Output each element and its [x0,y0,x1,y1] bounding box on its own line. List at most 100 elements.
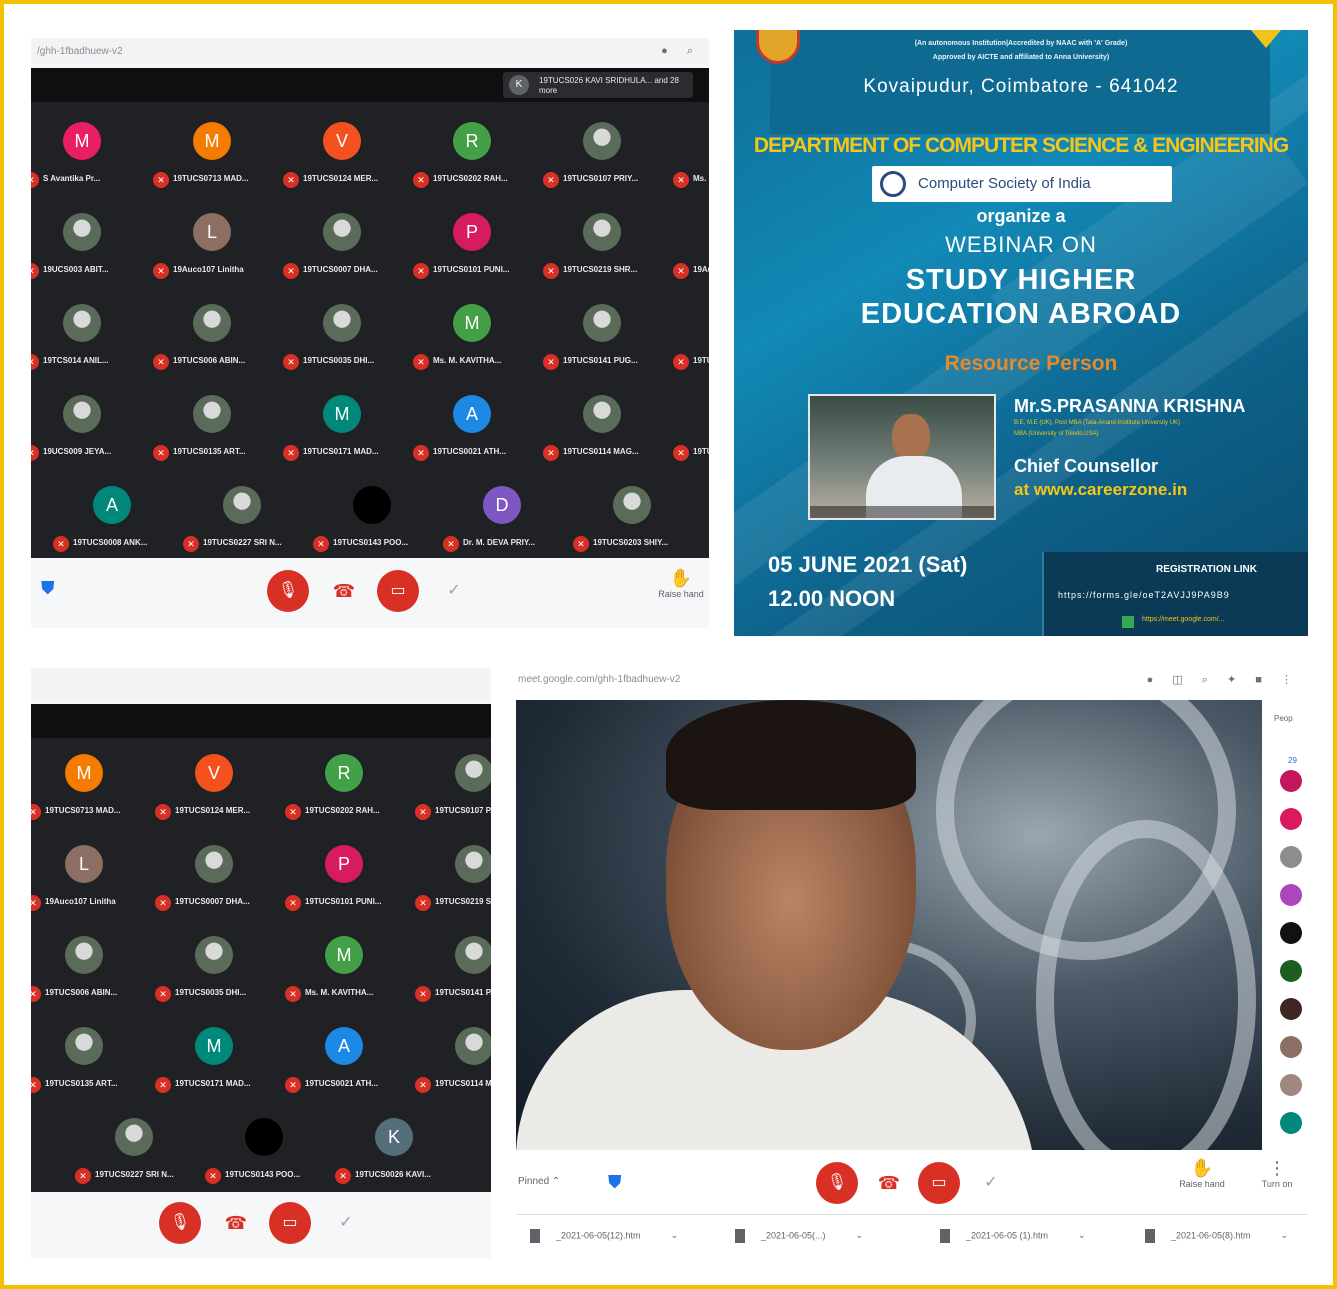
participant-tile[interactable]: Ne✕Ms. S. Pri... [665,112,709,202]
participant-tile[interactable]: M ✕ Ms. M. KAVITHA... [277,926,407,1016]
participant-tile[interactable]: ✕ 19TUCS0141 P... [407,926,491,1016]
participant-avatar[interactable] [1280,998,1302,1020]
hang-up-button[interactable]: ☎ [868,1162,910,1204]
mic-off-button[interactable]: 🎙 [816,1162,858,1204]
participant-tile[interactable]: D ✕ Dr. M. DEVA PRIY... [435,476,565,558]
participant-avatar[interactable] [1280,808,1302,830]
participant-tile[interactable]: M ✕ 19TUCS0713 MAD... [31,744,147,834]
participant-avatar[interactable] [1280,960,1302,982]
participant-name: 19UCS009 JEYA... [43,447,112,456]
check-icon[interactable]: ✓ [325,1202,367,1244]
participant-tile[interactable]: P ✕ 19TUCS0101 PUNI... [277,835,407,925]
participant-tile[interactable]: ✕ 19Auco03... [665,203,709,293]
more-participants-chip[interactable]: K 19TUCS026 KAVI SRIDHULA... and 28 more [503,72,693,98]
address-bar[interactable]: meet.google.com/ghh-1fbadhuew-v2 ● ◫ ⌕ ✦… [512,666,1308,696]
address-bar[interactable]: /ghh-1fbadhuew-v2 ● ⌕ [31,38,709,64]
chevron-down-icon[interactable]: ⌄ [671,1230,679,1240]
participant-tile[interactable]: ✕ 19UCS009 JEYA... [31,385,145,475]
participant-tile[interactable]: K✕19TUCS... [665,294,709,384]
participant-avatar[interactable] [1280,1036,1302,1058]
mic-off-button[interactable]: 🎙 [267,570,309,612]
download-item[interactable]: _2021-06-05 (1).htm ⌄ [940,1229,1086,1249]
download-item[interactable]: _2021-06-05(...) ⌄ [735,1229,863,1249]
address-bar[interactable] [31,668,491,700]
camera-off-button[interactable]: ▭ [377,570,419,612]
participant-tile[interactable]: R ✕ 19TUCS0202 RAH... [405,112,535,202]
pinned-label: Pinned [518,1176,550,1187]
participant-tile[interactable]: A ✕ 19TUCS0008 ANK... [45,476,175,558]
chevron-down-icon[interactable]: ⌄ [1078,1230,1086,1240]
participant-tile[interactable]: M ✕ 19TUCS0171 MAD... [275,385,405,475]
participant-tile[interactable]: ✕ 19TUCS0007 DHA... [275,203,405,293]
participant-tile[interactable]: ✕ 19TUCS0114 M... [407,1017,491,1107]
participant-tile[interactable]: ✕ 19TUCS0143 POO... [197,1108,327,1192]
mic-off-button[interactable]: 🎙 [159,1202,201,1244]
participant-tile[interactable]: A ✕ 19TUCS0021 ATH... [277,1017,407,1107]
participant-tile[interactable]: ✕ 19TUCS0141 PUG... [535,294,665,384]
participant-tile[interactable]: ✕ 19TUCS0219 SHR... [535,203,665,293]
mic-muted-icon: ✕ [285,804,301,820]
download-item[interactable]: _2021-06-05(12).htm ⌄ [530,1229,678,1249]
participant-tile[interactable]: V ✕ 19TUCS0124 MER... [275,112,405,202]
participant-tile[interactable]: R ✕ 19TUCS0202 RAH... [277,744,407,834]
hang-up-button[interactable]: ☎ [215,1202,257,1244]
participant-avatar[interactable] [1280,1112,1302,1134]
browser-tools-icon[interactable]: ● ◫ ⌕ ✦ ■ ⋮ [1147,673,1300,687]
participant-tile[interactable]: ✕ 19TUCS0143 POO... [305,476,435,558]
participant-tile[interactable]: M ✕ Ms. M. KAVITHA... [405,294,535,384]
shield-icon[interactable]: ⛊ [41,578,63,602]
participant-tile[interactable]: ✕ 19TUCS0007 DHA... [147,835,277,925]
meet-link[interactable]: https://meet.google.com/... [1142,616,1225,623]
participant-tile[interactable]: ✕ 19TUCS0135 ART... [145,385,275,475]
participant-tile[interactable]: ✕ 19TUCS0135 ART... [31,1017,147,1107]
check-icon[interactable]: ✓ [433,570,475,612]
participant-tile[interactable]: ✕ 19TUCS0227 SRI N... [67,1108,197,1192]
chevron-down-icon[interactable]: ⌄ [1281,1230,1289,1240]
participant-avatar: M [195,1027,233,1065]
browser-tools-icon[interactable]: ● ⌕ [661,45,701,58]
chevron-down-icon[interactable]: ⌄ [856,1230,864,1240]
participant-avatar[interactable] [1280,1074,1302,1096]
shield-icon[interactable]: ⛊ [608,1172,630,1196]
participant-tile[interactable]: ✕ 19TUCS0035 DHI... [147,926,277,1016]
participant-tile[interactable]: M ✕ 19TUCS0171 MAD... [147,1017,277,1107]
participant-tile[interactable]: ✕ 19TUCS0227 SRI N... [175,476,305,558]
participant-tile[interactable]: M ✕ S Avantika Pr... [31,112,145,202]
participant-tile[interactable]: ✕ 19TUCS0219 S... [407,835,491,925]
participant-tile[interactable]: S✕19TUCS... [665,385,709,475]
check-icon[interactable]: ✓ [970,1162,1012,1204]
participant-tile[interactable]: L ✕ 19Auco107 Linitha [145,203,275,293]
camera-off-button[interactable]: ▭ [269,1202,311,1244]
mic-muted-icon: ✕ [31,895,41,911]
participant-name: 19TUCS0114 MAG... [563,447,639,456]
raise-hand-button[interactable]: ✋ Raise hand [651,568,709,599]
participant-tile[interactable]: ✕ 19TUCS0107 PRIY... [535,112,665,202]
participant-tile[interactable]: ✕ 19TUCS006 ABIN... [31,926,147,1016]
participant-tile[interactable]: P ✕ 19TUCS0101 PUNI... [405,203,535,293]
participant-tile[interactable]: ✕ 19TUCS0203 SHIY... [565,476,695,558]
participant-tile[interactable]: ✕ 19TUCS0035 DHI... [275,294,405,384]
turn-on-captions-button[interactable]: ⋮ Turn on [1252,1158,1302,1189]
participant-tile[interactable]: ✕ 19UCS003 ABIT... [31,203,145,293]
participant-avatar[interactable] [1280,884,1302,906]
participant-tile[interactable]: V ✕ 19TUCS0124 MER... [147,744,277,834]
download-item[interactable]: _2021-06-05(8).htm ⌄ [1145,1229,1288,1249]
raise-hand-button[interactable]: ✋ Raise hand [1172,1158,1232,1189]
participant-tile[interactable]: K ✕ 19TUCS0026 KAVI... [327,1108,457,1192]
participant-name: 19TUCS... [693,356,709,365]
participant-avatar[interactable] [1280,846,1302,868]
pinned-toggle[interactable]: Pinned ⌃ [518,1176,560,1187]
participant-tile[interactable]: ✕ 19TUCS006 ABIN... [145,294,275,384]
participant-avatar: A [93,486,131,524]
camera-off-button[interactable]: ▭ [918,1162,960,1204]
participant-tile[interactable]: L ✕ 19Auco107 Linitha [31,835,147,925]
registration-link[interactable]: https://forms.gle/oeT2AVJJ9PA9B9 [1058,590,1230,600]
participant-tile[interactable]: ✕ 19TUCS0114 MAG... [535,385,665,475]
participant-tile[interactable]: ✕ 19TCS014 ANIL... [31,294,145,384]
participant-tile[interactable]: A ✕ 19TUCS0021 ATH... [405,385,535,475]
participant-tile[interactable]: M ✕ 19TUCS0713 MAD... [145,112,275,202]
hang-up-button[interactable]: ☎ [323,570,365,612]
participant-tile[interactable]: ✕ 19TUCS0107 P... [407,744,491,834]
participant-avatar[interactable] [1280,922,1302,944]
participant-avatar[interactable] [1280,770,1302,792]
